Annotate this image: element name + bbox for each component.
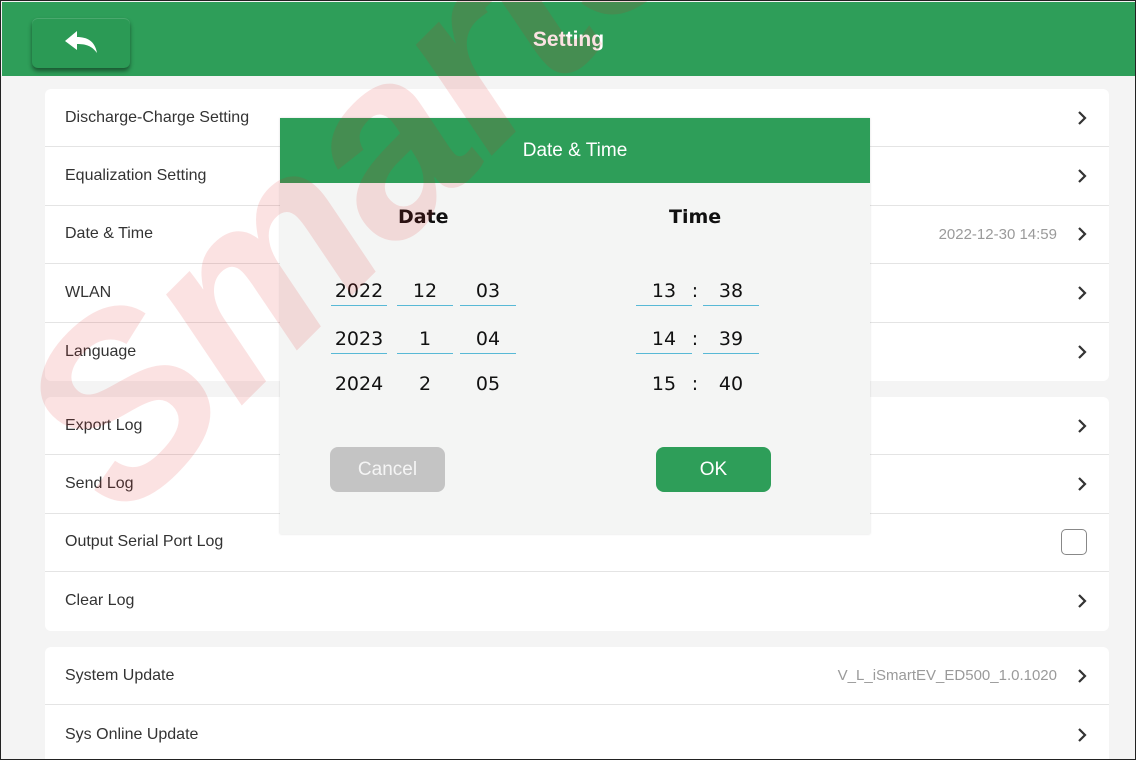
chevron-right-icon bbox=[1078, 418, 1087, 433]
chevron-right-icon bbox=[1078, 110, 1087, 125]
hour-picker-item[interactable]: 13 bbox=[636, 280, 692, 306]
dialog-title: Date & Time bbox=[280, 118, 870, 183]
setting-label: Equalization Setting bbox=[65, 167, 207, 185]
system-version-value: V_L_iSmartEV_ED500_1.0.1020 bbox=[837, 667, 1057, 685]
hour-picker-item[interactable]: 15 bbox=[636, 373, 692, 395]
setting-row-system-update[interactable]: System Update V_L_iSmartEV_ED500_1.0.102… bbox=[45, 647, 1109, 706]
cancel-button[interactable]: Cancel bbox=[330, 447, 445, 492]
minute-picker-item-selected[interactable]: 39 bbox=[703, 328, 759, 354]
chevron-right-icon bbox=[1078, 286, 1087, 300]
time-heading: Time bbox=[669, 206, 722, 228]
chevron-right-icon bbox=[1078, 169, 1087, 183]
month-picker-item[interactable]: 12 bbox=[397, 280, 453, 306]
setting-label: Export Log bbox=[65, 416, 143, 434]
setting-label: WLAN bbox=[65, 283, 112, 301]
page-title: Setting bbox=[532, 28, 605, 51]
header-bar: Setting bbox=[2, 2, 1135, 76]
setting-label: Output Serial Port Log bbox=[65, 533, 224, 551]
setting-row-sys-online-update[interactable]: Sys Online Update bbox=[45, 705, 1109, 759]
date-heading: Date bbox=[398, 206, 449, 228]
year-picker-item[interactable]: 2022 bbox=[331, 280, 387, 306]
setting-label: Clear Log bbox=[65, 592, 135, 610]
ok-button[interactable]: OK bbox=[656, 447, 771, 492]
month-picker-item[interactable]: 2 bbox=[397, 373, 453, 395]
chevron-right-icon bbox=[1078, 477, 1087, 491]
day-picker-item[interactable]: 05 bbox=[460, 373, 516, 395]
year-picker-item[interactable]: 2024 bbox=[331, 373, 387, 395]
minute-picker-item[interactable]: 38 bbox=[703, 280, 759, 306]
setting-label: Date & Time bbox=[65, 225, 154, 243]
chevron-right-icon bbox=[1078, 227, 1087, 242]
current-datetime-value: 2022-12-30 14:59 bbox=[938, 225, 1057, 243]
year-picker-item-selected[interactable]: 2023 bbox=[331, 328, 387, 354]
date-time-dialog: Date & Time Date Time 2022 12 03 2023 1 … bbox=[280, 118, 870, 534]
time-separator: : bbox=[691, 280, 699, 302]
setting-row-clear-log[interactable]: Clear Log bbox=[45, 572, 1109, 630]
settings-group-system: System Update V_L_iSmartEV_ED500_1.0.102… bbox=[45, 647, 1109, 759]
setting-label: System Update bbox=[65, 666, 175, 684]
app-frame: Setting Discharge-Charge Setting Equaliz… bbox=[0, 0, 1136, 760]
month-picker-item-selected[interactable]: 1 bbox=[397, 328, 453, 354]
setting-label: Discharge-Charge Setting bbox=[65, 108, 250, 126]
setting-label: Send Log bbox=[65, 475, 134, 493]
serial-port-log-checkbox[interactable] bbox=[1061, 529, 1087, 556]
time-separator: : bbox=[691, 373, 699, 395]
chevron-right-icon bbox=[1078, 594, 1087, 609]
day-picker-item[interactable]: 03 bbox=[460, 280, 516, 306]
time-separator: : bbox=[691, 328, 699, 350]
chevron-right-icon bbox=[1078, 668, 1087, 683]
setting-label: Sys Online Update bbox=[65, 725, 199, 743]
setting-label: Language bbox=[65, 342, 137, 360]
day-picker-item-selected[interactable]: 04 bbox=[460, 328, 516, 354]
hour-picker-item-selected[interactable]: 14 bbox=[636, 328, 692, 354]
chevron-right-icon bbox=[1078, 727, 1087, 742]
minute-picker-item[interactable]: 40 bbox=[703, 373, 759, 395]
chevron-right-icon bbox=[1078, 344, 1087, 359]
